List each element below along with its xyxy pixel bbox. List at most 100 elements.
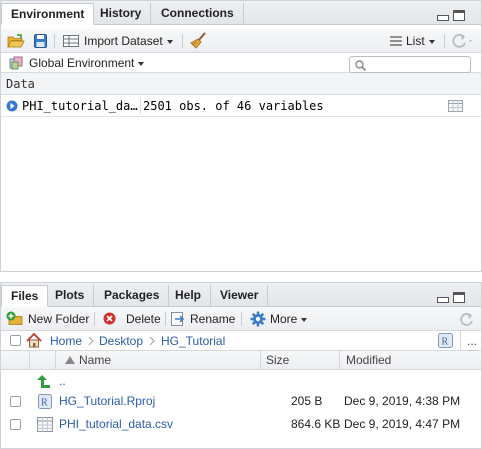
gear-icon — [250, 311, 266, 327]
home-icon[interactable] — [26, 333, 42, 348]
svg-text:R: R — [41, 398, 48, 409]
more-label: More — [270, 312, 298, 326]
file-modified: Dec 9, 2019, 4:38 PM — [344, 394, 461, 408]
svg-text:R: R — [442, 337, 449, 348]
broom-icon[interactable] — [190, 32, 207, 49]
toolbar-separator — [241, 312, 242, 326]
column-divider — [29, 351, 30, 370]
environment-toolbar: Import Dataset List — [1, 29, 481, 53]
rproj-icon: R — [38, 394, 52, 409]
view-data-grid-icon[interactable] — [448, 100, 463, 112]
list-view-icon — [390, 36, 402, 46]
rename-icon — [171, 312, 185, 326]
column-divider — [55, 351, 56, 370]
breadcrumb-hg-tutorial[interactable]: HG_Tutorial — [161, 331, 225, 351]
refresh-icon[interactable] — [451, 33, 475, 49]
breadcrumb-home[interactable]: Home — [50, 331, 82, 351]
file-size: 205 B — [291, 394, 323, 408]
tab-plots[interactable]: Plots — [46, 285, 95, 307]
breadcrumb-desktop[interactable]: Desktop — [99, 331, 143, 351]
chevron-down-icon — [301, 317, 308, 322]
toolbar-separator — [460, 331, 461, 350]
chevron-down-icon — [138, 61, 145, 66]
chevron-down-icon — [428, 39, 435, 44]
environment-scope-bar: Global Environment — [1, 53, 481, 73]
chevron-right-icon — [88, 337, 94, 345]
minimize-pane-icon[interactable] — [437, 15, 449, 21]
row-checkbox[interactable] — [10, 396, 21, 407]
tab-viewer[interactable]: Viewer — [211, 285, 269, 307]
data-section-header: Data — [1, 73, 481, 95]
table-row[interactable]: R HG_Tutorial.Rproj 205 B Dec 9, 2019, 4… — [1, 390, 481, 413]
file-name-link[interactable]: HG_Tutorial.Rproj — [59, 390, 155, 413]
tab-files[interactable]: Files — [1, 285, 49, 307]
new-folder-icon — [6, 311, 23, 325]
toolbar-separator — [444, 34, 445, 48]
refresh-icon[interactable] — [459, 312, 474, 327]
toolbar-separator — [182, 34, 183, 48]
tab-history[interactable]: History — [91, 3, 152, 25]
pane-window-controls — [437, 292, 467, 304]
files-pane: Files Plots Packages Help Viewer New Fol… — [0, 282, 482, 449]
files-tabbar: Files Plots Packages Help Viewer — [1, 283, 481, 307]
files-toolbar: New Folder Delete Rename More — [1, 307, 481, 331]
tab-connections[interactable]: Connections — [152, 3, 244, 25]
files-column-header: Name Size Modified — [1, 351, 481, 370]
object-value: 2501 obs. of 46 variables — [143, 99, 324, 113]
save-icon[interactable] — [34, 34, 47, 48]
global-environment-label: Global Environment — [29, 56, 135, 70]
toolbar-separator — [54, 34, 55, 48]
toolbar-separator — [94, 312, 95, 326]
csv-file-icon — [37, 417, 53, 432]
maximize-pane-icon[interactable] — [453, 10, 465, 21]
object-name: PHI_tutorial_da… — [22, 99, 138, 113]
import-dataset-label: Import Dataset — [84, 34, 163, 48]
import-dataset-button[interactable]: Import Dataset — [84, 29, 173, 53]
global-environment-dropdown[interactable]: Global Environment — [29, 53, 145, 73]
minimize-pane-icon[interactable] — [437, 297, 449, 303]
column-size[interactable]: Size — [266, 351, 289, 370]
more-dropdown[interactable]: More — [270, 307, 308, 331]
column-name[interactable]: Name — [79, 351, 111, 370]
column-divider — [140, 98, 141, 114]
new-folder-button[interactable]: New Folder — [28, 307, 89, 331]
row-checkbox[interactable] — [10, 419, 21, 430]
list-view-label: List — [406, 34, 425, 48]
environment-tabbar: Environment History Connections — [1, 1, 481, 25]
environment-search-box[interactable] — [349, 56, 471, 73]
rename-button[interactable]: Rename — [190, 307, 235, 331]
delete-icon — [103, 312, 116, 325]
import-dataset-icon — [63, 35, 79, 47]
delete-button[interactable]: Delete — [126, 307, 161, 331]
pane-window-controls — [437, 10, 467, 22]
file-size: 864.6 KB — [291, 417, 341, 431]
column-modified[interactable]: Modified — [346, 351, 391, 370]
file-modified: Dec 9, 2019, 4:47 PM — [344, 417, 461, 431]
ellipsis-button[interactable]: ... — [467, 331, 477, 351]
breadcrumb: Home Desktop HG_Tutorial R ... — [1, 331, 481, 351]
data-section-label: Data — [6, 77, 35, 91]
toolbar-separator — [165, 312, 166, 326]
search-icon — [355, 60, 366, 71]
maximize-pane-icon[interactable] — [453, 292, 465, 303]
environment-search-input[interactable] — [370, 58, 466, 71]
column-divider — [339, 351, 340, 370]
up-arrow-icon — [37, 375, 50, 388]
chevron-down-icon — [166, 39, 173, 44]
open-folder-icon[interactable] — [7, 33, 25, 49]
column-divider — [260, 351, 261, 370]
tab-packages[interactable]: Packages — [95, 285, 170, 307]
select-all-checkbox[interactable] — [10, 335, 21, 346]
file-name-link[interactable]: PHI_tutorial_data.csv — [59, 413, 173, 436]
chevron-right-icon — [149, 337, 155, 345]
rproject-icon[interactable]: R — [438, 333, 453, 348]
environment-pane: Environment History Connections Import D… — [0, 0, 482, 272]
list-view-dropdown[interactable]: List — [406, 29, 435, 53]
table-row[interactable]: PHI_tutorial_data.csv 864.6 KB Dec 9, 20… — [1, 413, 481, 436]
tab-help[interactable]: Help — [166, 285, 212, 307]
r-environment-icon — [9, 56, 23, 70]
tab-environment[interactable]: Environment — [1, 3, 95, 25]
sort-ascending-icon — [65, 356, 75, 364]
environment-data-row[interactable]: PHI_tutorial_da… 2501 obs. of 46 variabl… — [1, 95, 481, 117]
expand-arrow-icon[interactable] — [6, 100, 18, 112]
